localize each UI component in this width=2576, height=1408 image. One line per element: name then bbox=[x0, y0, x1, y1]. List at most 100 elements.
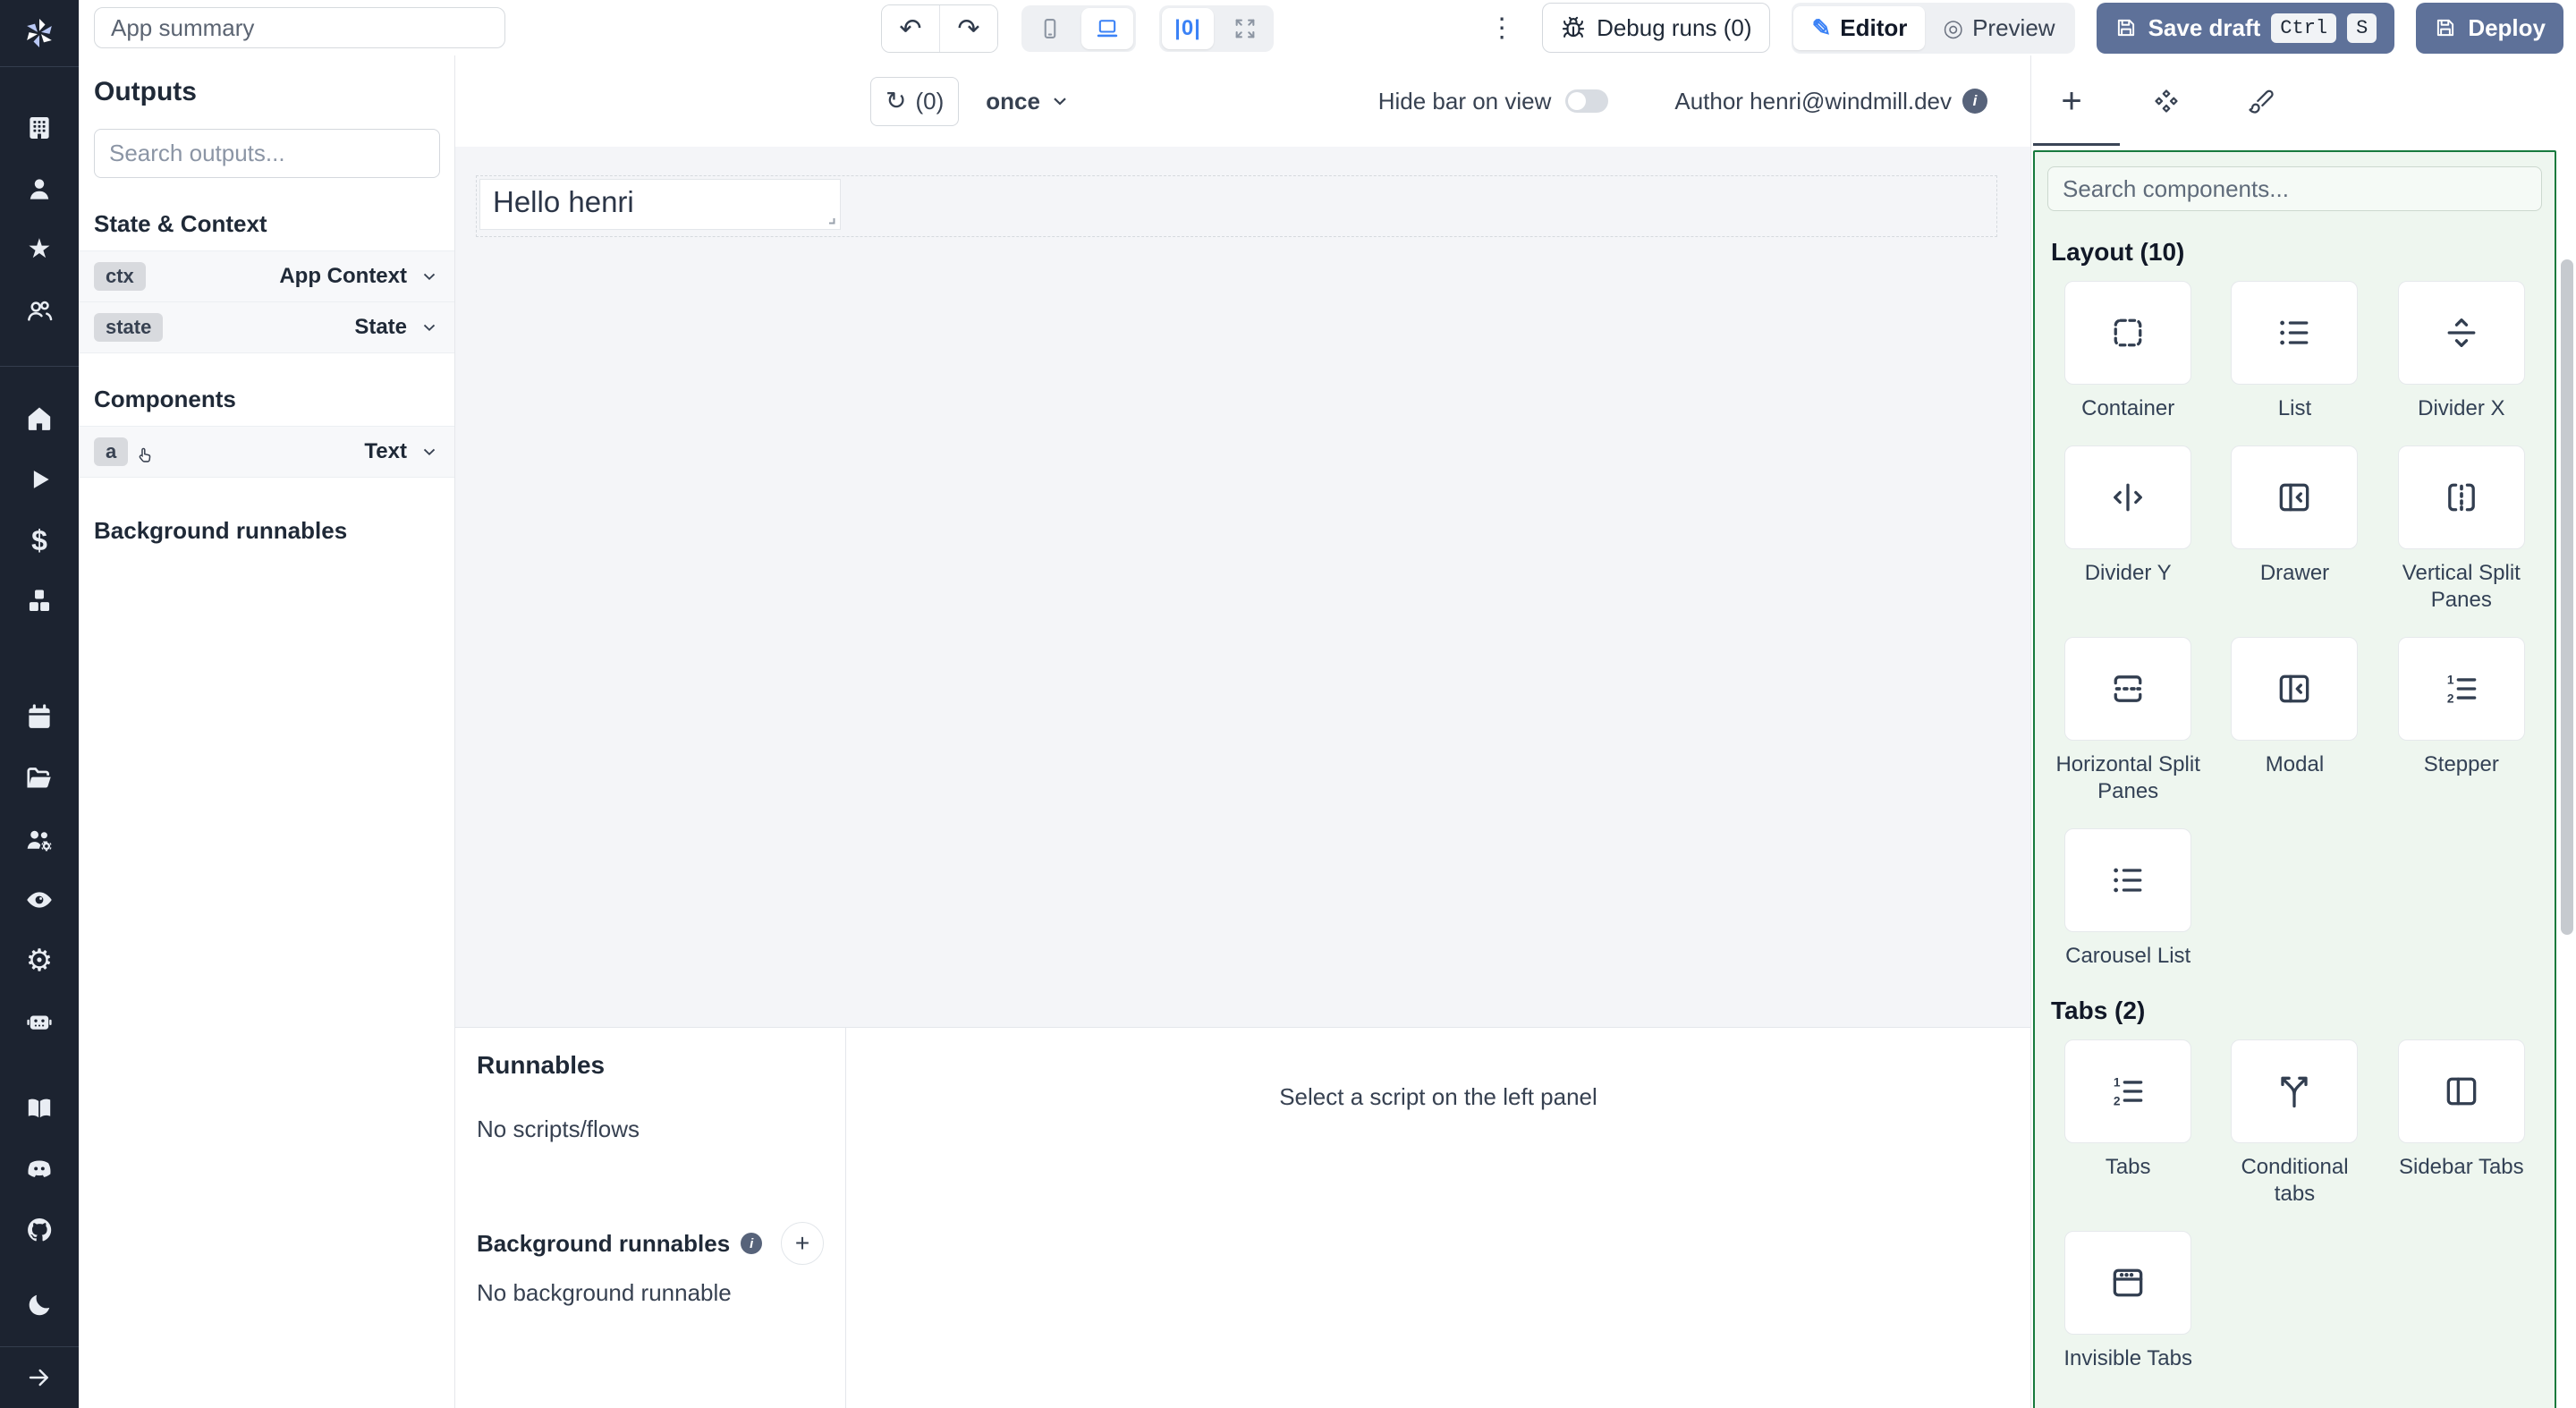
folders-icon[interactable] bbox=[0, 748, 79, 809]
undo-button[interactable]: ↶ bbox=[882, 5, 939, 52]
author-label: Author henri@windmill.dev bbox=[1674, 88, 1952, 115]
component-cell-carousel-list: Carousel List bbox=[2047, 828, 2208, 970]
topbar: ↶ ↷ |0| ⋮ bbox=[79, 0, 2576, 56]
tabs-icon: 12 bbox=[2108, 1072, 2148, 1111]
ctx-badge: ctx bbox=[94, 262, 146, 291]
panel-scrollbar[interactable] bbox=[2561, 259, 2573, 935]
save-icon bbox=[2434, 16, 2457, 39]
fullwidth-button[interactable] bbox=[1216, 5, 1274, 52]
component-label: Tabs bbox=[2106, 1154, 2151, 1181]
users-group-icon[interactable] bbox=[0, 280, 79, 341]
redo-button[interactable]: ↷ bbox=[939, 5, 997, 52]
state-type-label: State bbox=[354, 315, 407, 340]
output-row-ctx[interactable]: ctx App Context bbox=[79, 250, 454, 302]
home-icon[interactable] bbox=[0, 388, 79, 449]
component-label: Divider Y bbox=[2085, 560, 2172, 587]
a-type-label: Text bbox=[364, 439, 407, 464]
background-runnables-title: Background runnables bbox=[477, 1230, 730, 1258]
conditional-tabs-card[interactable] bbox=[2231, 1039, 2358, 1143]
component-cell-list: List bbox=[2214, 281, 2375, 422]
more-menu-kebab-icon[interactable]: ⋮ bbox=[1483, 13, 1521, 44]
info-icon[interactable]: i bbox=[1962, 89, 1987, 114]
audit-eye-icon[interactable] bbox=[0, 869, 79, 930]
components-search-input[interactable] bbox=[2047, 166, 2542, 211]
svg-text:1: 1 bbox=[2447, 674, 2454, 687]
output-row-a[interactable]: a Text bbox=[79, 426, 454, 478]
diamonds-components-icon bbox=[2153, 88, 2180, 115]
center-align-icon: |0| bbox=[1174, 16, 1201, 41]
divider-x-card[interactable] bbox=[2398, 281, 2525, 385]
docs-book-icon[interactable] bbox=[0, 1078, 79, 1139]
collapse-arrow-icon[interactable] bbox=[0, 1347, 79, 1408]
divider-y-card[interactable] bbox=[2064, 445, 2191, 549]
info-icon[interactable]: i bbox=[741, 1233, 762, 1254]
tab-editor[interactable]: ✎ Editor bbox=[1793, 6, 1925, 50]
resize-handle-icon[interactable] bbox=[823, 212, 837, 226]
refresh-button[interactable]: ↻ (0) bbox=[870, 77, 959, 126]
sidebar-tabs-card[interactable] bbox=[2398, 1039, 2525, 1143]
settings-gear-icon[interactable]: ⚙ bbox=[0, 930, 79, 991]
horizontal-split-card[interactable] bbox=[2064, 637, 2191, 741]
schedules-calendar-icon[interactable] bbox=[0, 687, 79, 748]
tab-insert-component[interactable]: + bbox=[2049, 55, 2094, 146]
outputs-search-input[interactable] bbox=[94, 129, 440, 178]
app-summary-input[interactable] bbox=[94, 7, 505, 48]
favorites-star-icon[interactable]: ★ bbox=[0, 219, 79, 280]
conditional-tabs-icon bbox=[2275, 1072, 2314, 1111]
output-row-state[interactable]: state State bbox=[79, 302, 454, 353]
tabs-card[interactable]: 12 bbox=[2064, 1039, 2191, 1143]
workspace-icon[interactable] bbox=[0, 98, 79, 158]
hide-bar-label: Hide bar on view bbox=[1378, 88, 1552, 115]
deploy-button[interactable]: Deploy bbox=[2416, 3, 2563, 54]
vertical-split-card[interactable] bbox=[2398, 445, 2525, 549]
tab-preview[interactable]: ◎ Preview bbox=[1925, 6, 2072, 50]
modal-card[interactable] bbox=[2231, 637, 2358, 741]
add-background-runnable-button[interactable]: + bbox=[781, 1222, 824, 1265]
container-card[interactable] bbox=[2064, 281, 2191, 385]
plus-icon: + bbox=[2061, 83, 2081, 119]
dark-mode-moon-icon[interactable] bbox=[0, 1275, 79, 1336]
text-component[interactable]: Hello henri bbox=[479, 179, 841, 230]
layout-components-grid: Container List Divider X bbox=[2047, 281, 2542, 970]
discord-icon[interactable] bbox=[0, 1139, 79, 1200]
tab-styling[interactable] bbox=[2239, 55, 2284, 146]
carousel-list-card[interactable] bbox=[2064, 828, 2191, 932]
grid-cell: Hello henri bbox=[476, 175, 1997, 237]
invisible-tabs-card[interactable] bbox=[2064, 1231, 2191, 1335]
kbd-ctrl: Ctrl bbox=[2271, 13, 2336, 43]
tab-component-settings[interactable] bbox=[2144, 55, 2189, 146]
debug-runs-button[interactable]: Debug runs (0) bbox=[1542, 3, 1770, 53]
user-icon[interactable] bbox=[0, 158, 79, 219]
runnable-detail-area: Select a script on the left panel bbox=[846, 1028, 2030, 1408]
canvas-header: ↻ (0) once Hide bar on view Author henri… bbox=[455, 55, 2030, 147]
ai-robot-icon[interactable] bbox=[0, 991, 79, 1052]
variables-dollar-icon[interactable]: $ bbox=[0, 510, 79, 571]
tabs-components-grid: 12 Tabs Conditional tabs Sidebar Tabs bbox=[2047, 1039, 2542, 1372]
workers-icon[interactable] bbox=[0, 809, 79, 869]
runs-play-icon[interactable] bbox=[0, 449, 79, 510]
component-cell-divider-x: Divider X bbox=[2381, 281, 2542, 422]
svg-text:1: 1 bbox=[2114, 1076, 2121, 1090]
sidebar-tabs-icon bbox=[2442, 1072, 2481, 1111]
resources-cubes-icon[interactable] bbox=[0, 571, 79, 632]
center-content-button[interactable]: |0| bbox=[1162, 8, 1214, 49]
list-card[interactable] bbox=[2231, 281, 2358, 385]
select-script-hint: Select a script on the left panel bbox=[1279, 1083, 1597, 1111]
run-mode-dropdown[interactable]: once bbox=[986, 88, 1071, 115]
desktop-view-button[interactable] bbox=[1081, 8, 1133, 49]
modal-icon bbox=[2275, 669, 2314, 708]
windmill-logo-icon[interactable] bbox=[0, 0, 79, 66]
layout-toggle: |0| bbox=[1159, 5, 1274, 52]
hide-bar-toggle[interactable] bbox=[1565, 89, 1608, 113]
mobile-view-button[interactable] bbox=[1021, 5, 1079, 52]
component-label: Carousel List bbox=[2065, 943, 2190, 970]
github-icon[interactable] bbox=[0, 1200, 79, 1260]
component-cell-conditional-tabs: Conditional tabs bbox=[2214, 1039, 2375, 1208]
component-label: Modal bbox=[2266, 751, 2324, 778]
runnables-list: Runnables No scripts/flows Background ru… bbox=[455, 1028, 846, 1408]
vertical-split-icon bbox=[2442, 478, 2481, 517]
stepper-card[interactable]: 12 bbox=[2398, 637, 2525, 741]
component-label: Sidebar Tabs bbox=[2399, 1154, 2524, 1181]
save-draft-button[interactable]: Save draft Ctrl S bbox=[2097, 3, 2395, 54]
drawer-card[interactable] bbox=[2231, 445, 2358, 549]
